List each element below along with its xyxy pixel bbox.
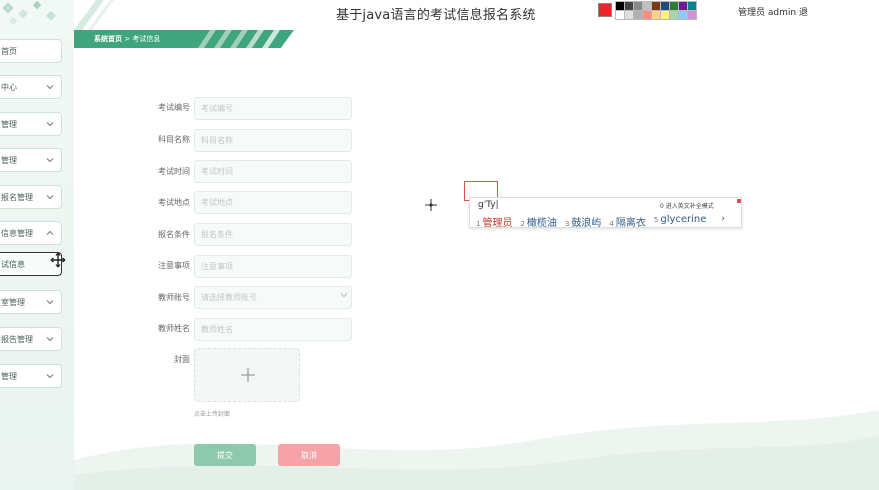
- breadcrumb-home[interactable]: 系统首页: [94, 35, 122, 43]
- sidebar-item-label: 管理: [1, 155, 17, 165]
- field-label-requirements: 报名条件: [158, 230, 190, 239]
- sidebar-item-label: 信息管理: [1, 228, 33, 238]
- sidebar-item-label: 管理: [1, 119, 17, 129]
- palette-swatch[interactable]: [651, 1, 661, 11]
- palette-swatch[interactable]: [615, 10, 625, 20]
- ime-candidate[interactable]: 1 管理员: [476, 214, 512, 229]
- header-decoration: [74, 0, 114, 30]
- palette-swatch[interactable]: [669, 10, 679, 20]
- sidebar-item-label: 室管理: [1, 297, 25, 307]
- palette-swatch[interactable]: [624, 1, 634, 11]
- field-label-exam-location: 考试地点: [158, 198, 190, 207]
- field-label-teacher-name: 教师姓名: [158, 324, 190, 333]
- breadcrumb-current: 考试信息: [132, 35, 161, 43]
- field-label-exam-no: 考试编号: [158, 103, 190, 112]
- sidebar-item-home[interactable]: 首页: [0, 39, 62, 63]
- sidebar: 首页 中心 管理 管理 报名管理 信息管理 试信息 室管理 报告管理 管理: [0, 0, 74, 490]
- system-title: 基于java语言的考试信息报名系统: [336, 8, 536, 23]
- crosshair-cursor-icon: [425, 199, 437, 211]
- breadcrumb-separator: >: [124, 35, 131, 43]
- teacher-name-input[interactable]: [194, 318, 352, 341]
- ime-candidate[interactable]: 4 隔离衣: [609, 214, 645, 229]
- ime-composition: g'Ty|: [478, 200, 499, 210]
- sidebar-item-info-manage[interactable]: 信息管理: [0, 221, 62, 245]
- admin-logout-label[interactable]: 管理员 admin 退: [738, 5, 808, 18]
- palette-swatch[interactable]: [651, 10, 661, 20]
- palette-swatch[interactable]: [669, 1, 679, 11]
- sidebar-item-manage-3[interactable]: 管理: [0, 364, 62, 388]
- chevron-down-icon: [46, 374, 54, 379]
- breadcrumb-stripes: [198, 30, 280, 48]
- palette-swatch[interactable]: [642, 1, 652, 11]
- requirements-input[interactable]: [194, 223, 352, 246]
- ime-hint: 0 进入英文补全模式: [660, 203, 714, 210]
- chevron-down-icon: [46, 195, 54, 200]
- palette-swatch[interactable]: [687, 1, 697, 11]
- ime-candidate-list: 1 管理员 2 橄榄油 3 鼓浪屿 4 隔离衣 5 glycerine: [476, 214, 706, 229]
- sidebar-decoration: [2, 0, 56, 26]
- palette-swatch[interactable]: [660, 10, 670, 20]
- color-palette[interactable]: [615, 1, 697, 20]
- chevron-down-icon: [46, 300, 54, 305]
- palette-swatch[interactable]: [633, 1, 643, 11]
- palette-swatch[interactable]: [642, 10, 652, 20]
- submit-button[interactable]: 提交: [194, 444, 256, 466]
- cover-upload[interactable]: [194, 348, 300, 402]
- sidebar-item-label: 中心: [1, 82, 17, 92]
- sidebar-item-label: 报告管理: [1, 334, 33, 344]
- current-color-swatch[interactable]: [598, 3, 612, 17]
- chevron-down-icon: [46, 337, 54, 342]
- ime-candidate[interactable]: 3 鼓浪屿: [565, 214, 601, 229]
- chevron-down-icon: [46, 85, 54, 90]
- palette-swatch[interactable]: [678, 10, 688, 20]
- sidebar-item-label: 管理: [1, 371, 17, 381]
- sidebar-item-label: 首页: [1, 46, 17, 56]
- upload-hint: 点击上传封面: [194, 411, 231, 418]
- chevron-up-icon: [46, 230, 54, 235]
- field-label-cover: 封面: [174, 355, 190, 364]
- ime-next-page-icon[interactable]: ›: [721, 214, 725, 224]
- field-label-subject: 科目名称: [158, 135, 190, 144]
- sidebar-item-manage-1[interactable]: 管理: [0, 112, 62, 136]
- field-label-teacher-account: 教师账号: [158, 293, 190, 302]
- subject-input[interactable]: [194, 129, 352, 152]
- palette-swatch[interactable]: [624, 10, 634, 20]
- chevron-down-icon: [340, 293, 348, 298]
- plus-icon: [241, 368, 255, 382]
- exam-no-input[interactable]: [194, 97, 352, 120]
- palette-swatch[interactable]: [660, 1, 670, 11]
- chevron-down-icon: [46, 158, 54, 163]
- sidebar-item-report-manage[interactable]: 报告管理: [0, 327, 62, 351]
- sidebar-item-label: 报名管理: [1, 192, 33, 202]
- sidebar-item-manage-2[interactable]: 管理: [0, 148, 62, 172]
- exam-time-input[interactable]: [194, 160, 352, 183]
- cancel-button[interactable]: 取消: [278, 444, 340, 466]
- sidebar-item-label: 试信息: [1, 259, 25, 269]
- exam-location-input[interactable]: [194, 191, 352, 214]
- notes-input[interactable]: [194, 255, 352, 278]
- move-cursor-icon: [50, 252, 66, 268]
- ime-marker: [737, 199, 741, 203]
- ime-candidate-popup: g'Ty| 0 进入英文补全模式 1 管理员 2 橄榄油 3 鼓浪屿 4 隔离衣 5 gl…: [469, 197, 742, 229]
- palette-swatch[interactable]: [615, 1, 625, 11]
- palette-swatch[interactable]: [687, 10, 697, 20]
- field-label-exam-time: 考试时间: [158, 167, 190, 176]
- teacher-account-select[interactable]: [194, 286, 352, 309]
- sidebar-item-center[interactable]: 中心: [0, 75, 62, 99]
- palette-swatch[interactable]: [678, 1, 688, 11]
- sidebar-item-room-manage[interactable]: 室管理: [0, 290, 62, 314]
- ime-candidate[interactable]: 2 橄榄油: [520, 214, 556, 229]
- palette-swatch[interactable]: [633, 10, 643, 20]
- breadcrumb: 系统首页 > 考试信息: [94, 34, 160, 44]
- field-label-notes: 注意事项: [158, 261, 190, 270]
- ime-candidate[interactable]: 5 glycerine: [654, 214, 707, 229]
- chevron-down-icon: [46, 122, 54, 127]
- sidebar-item-registration[interactable]: 报名管理: [0, 185, 62, 209]
